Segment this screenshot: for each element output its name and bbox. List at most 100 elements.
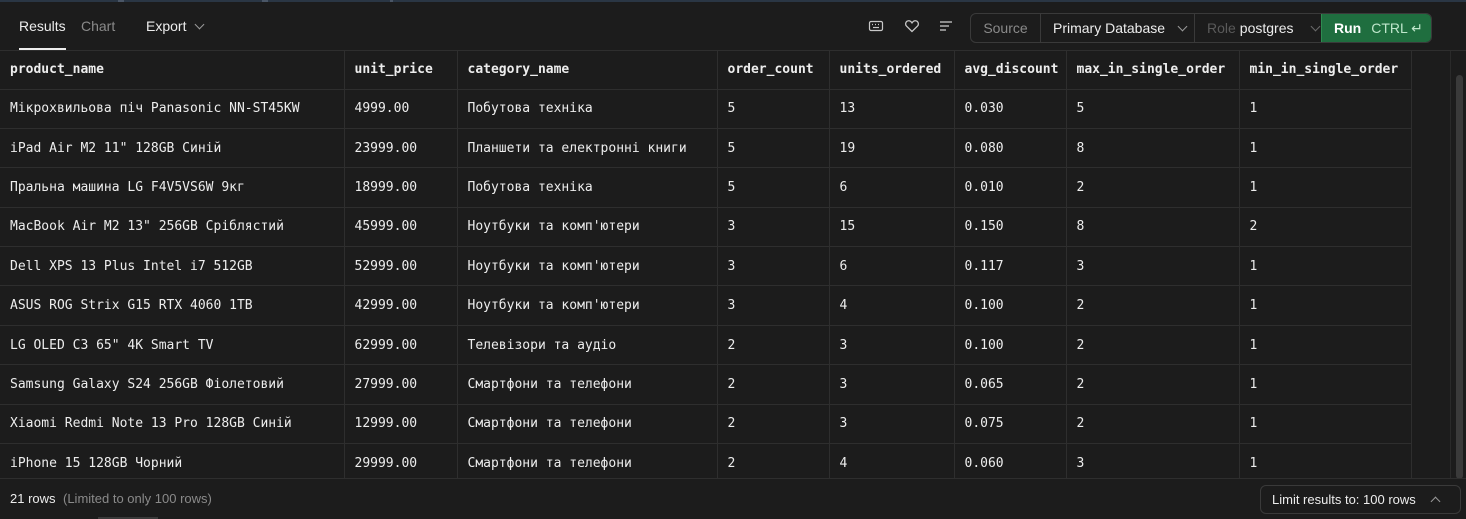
table-cell[interactable]: 6 — [829, 246, 955, 287]
table-cell[interactable]: 3 — [829, 325, 955, 366]
table-cell[interactable]: iPad Air M2 11" 128GB Синій — [0, 128, 345, 169]
table-row[interactable]: Samsung Galaxy S24 256GB Фіолетовий 2799… — [0, 364, 1450, 405]
table-cell[interactable]: 8 — [1066, 207, 1240, 248]
table-cell[interactable]: 29999.00 — [344, 443, 458, 478]
table-cell[interactable]: 8 — [1066, 128, 1240, 169]
table-cell[interactable]: ASUS ROG Strix G15 RTX 4060 1TB — [0, 285, 345, 326]
database-select[interactable]: Primary Database — [1041, 14, 1195, 42]
table-cell[interactable]: Xiaomi Redmi Note 13 Pro 128GB Синій — [0, 404, 345, 445]
table-cell[interactable]: 2 — [1066, 325, 1240, 366]
table-row[interactable]: iPhone 15 128GB Чорний 29999.00 Смартфон… — [0, 443, 1450, 478]
table-cell[interactable]: 27999.00 — [344, 364, 458, 405]
table-cell[interactable]: 4999.00 — [344, 89, 458, 129]
table-cell[interactable]: 0.080 — [954, 128, 1067, 169]
table-row[interactable]: Пральна машина LG F4V5VS6W 9кг 18999.00 … — [0, 167, 1450, 208]
table-cell[interactable]: 0.150 — [954, 207, 1067, 248]
table-cell[interactable]: 1 — [1239, 404, 1412, 445]
table-cell[interactable]: 0.117 — [954, 246, 1067, 287]
table-cell[interactable]: Смартфони та телефони — [457, 443, 718, 478]
table-cell[interactable]: 2 — [1066, 364, 1240, 405]
table-cell[interactable]: 1 — [1239, 128, 1412, 169]
column-header-unit-price[interactable]: unit_price — [344, 51, 458, 90]
table-cell[interactable]: Смартфони та телефони — [457, 404, 718, 445]
table-cell[interactable]: 2 — [1066, 285, 1240, 326]
table-cell[interactable]: 2 — [717, 404, 830, 445]
table-cell[interactable]: 2 — [1066, 404, 1240, 445]
table-cell[interactable]: 0.030 — [954, 89, 1067, 129]
table-cell[interactable]: 5 — [717, 89, 830, 129]
table-cell[interactable]: MacBook Air M2 13" 256GB Сріблястий — [0, 207, 345, 248]
table-cell[interactable]: 1 — [1239, 285, 1412, 326]
table-cell[interactable]: 2 — [1239, 207, 1412, 248]
tab-chart[interactable]: Chart — [81, 2, 115, 50]
table-row[interactable]: ASUS ROG Strix G15 RTX 4060 1TB 42999.00… — [0, 285, 1450, 326]
table-cell[interactable]: 3 — [717, 285, 830, 326]
table-cell[interactable]: 12999.00 — [344, 404, 458, 445]
role-select[interactable]: Role postgres — [1195, 14, 1321, 42]
table-cell[interactable]: LG OLED C3 65" 4K Smart TV — [0, 325, 345, 366]
table-cell[interactable]: 2 — [717, 364, 830, 405]
table-cell[interactable]: 1 — [1239, 364, 1412, 405]
table-cell[interactable]: 3 — [717, 246, 830, 287]
table-cell[interactable]: 5 — [1066, 89, 1240, 129]
table-cell[interactable]: Мікрохвильова піч Panasonic NN-ST45KW — [0, 89, 345, 129]
table-cell[interactable]: 3 — [1066, 246, 1240, 287]
align-left-icon[interactable] — [938, 18, 954, 34]
table-cell[interactable]: 3 — [829, 364, 955, 405]
column-header-product-name[interactable]: product_name — [0, 51, 345, 90]
table-cell[interactable]: 23999.00 — [344, 128, 458, 169]
table-cell[interactable]: Телевізори та аудіо — [457, 325, 718, 366]
table-cell[interactable]: Планшети та електронні книги — [457, 128, 718, 169]
table-cell[interactable]: iPhone 15 128GB Чорний — [0, 443, 345, 478]
export-button[interactable]: Export — [146, 2, 205, 50]
table-cell[interactable]: 13 — [829, 89, 955, 129]
table-cell[interactable]: 0.100 — [954, 325, 1067, 366]
table-cell[interactable]: Пральна машина LG F4V5VS6W 9кг — [0, 167, 345, 208]
table-cell[interactable]: 0.060 — [954, 443, 1067, 478]
table-cell[interactable]: 3 — [717, 207, 830, 248]
table-cell[interactable]: Ноутбуки та комп'ютери — [457, 285, 718, 326]
column-header-min-in-single-order[interactable]: min_in_single_order — [1239, 51, 1412, 90]
table-cell[interactable]: 4 — [829, 443, 955, 478]
table-cell[interactable]: Ноутбуки та комп'ютери — [457, 246, 718, 287]
table-row[interactable]: Dell XPS 13 Plus Intel i7 512GB 52999.00… — [0, 246, 1450, 287]
table-cell[interactable]: 42999.00 — [344, 285, 458, 326]
table-cell[interactable]: 2 — [1066, 167, 1240, 208]
table-cell[interactable]: Dell XPS 13 Plus Intel i7 512GB — [0, 246, 345, 287]
column-header-max-in-single-order[interactable]: max_in_single_order — [1066, 51, 1240, 90]
table-cell[interactable]: 2 — [717, 443, 830, 478]
table-cell[interactable]: Смартфони та телефони — [457, 364, 718, 405]
table-cell[interactable]: 0.010 — [954, 167, 1067, 208]
table-cell[interactable]: 3 — [1066, 443, 1240, 478]
table-cell[interactable]: 62999.00 — [344, 325, 458, 366]
run-button[interactable]: Run CTRL ↵ — [1321, 14, 1431, 42]
table-cell[interactable]: 19 — [829, 128, 955, 169]
table-cell[interactable]: 4 — [829, 285, 955, 326]
scrollbar-thumb[interactable] — [1453, 51, 1466, 479]
table-cell[interactable]: 18999.00 — [344, 167, 458, 208]
table-cell[interactable]: 2 — [717, 325, 830, 366]
table-cell[interactable]: Побутова техніка — [457, 167, 718, 208]
table-cell[interactable]: 15 — [829, 207, 955, 248]
table-cell[interactable]: 0.065 — [954, 364, 1067, 405]
table-cell[interactable]: 1 — [1239, 325, 1412, 366]
table-row[interactable]: LG OLED C3 65" 4K Smart TV 62999.00 Теле… — [0, 325, 1450, 366]
table-cell[interactable]: 1 — [1239, 89, 1412, 129]
table-row[interactable]: iPad Air M2 11" 128GB Синій 23999.00 Пла… — [0, 128, 1450, 169]
table-cell[interactable]: 45999.00 — [344, 207, 458, 248]
table-cell[interactable]: Ноутбуки та комп'ютери — [457, 207, 718, 248]
keyboard-icon[interactable] — [868, 18, 884, 34]
heart-icon[interactable] — [904, 18, 920, 34]
table-cell[interactable]: 1 — [1239, 443, 1412, 478]
column-header-category-name[interactable]: category_name — [457, 51, 718, 90]
limit-results-button[interactable]: Limit results to: 100 rows — [1260, 485, 1461, 514]
table-cell[interactable]: 1 — [1239, 167, 1412, 208]
column-header-order-count[interactable]: order_count — [717, 51, 830, 90]
table-row[interactable]: Xiaomi Redmi Note 13 Pro 128GB Синій 129… — [0, 404, 1450, 445]
table-cell[interactable]: 5 — [717, 128, 830, 169]
tab-results[interactable]: Results — [19, 2, 66, 50]
table-cell[interactable]: 52999.00 — [344, 246, 458, 287]
table-cell[interactable]: 3 — [829, 404, 955, 445]
column-header-avg-discount[interactable]: avg_discount — [954, 51, 1067, 90]
table-cell[interactable]: 5 — [717, 167, 830, 208]
